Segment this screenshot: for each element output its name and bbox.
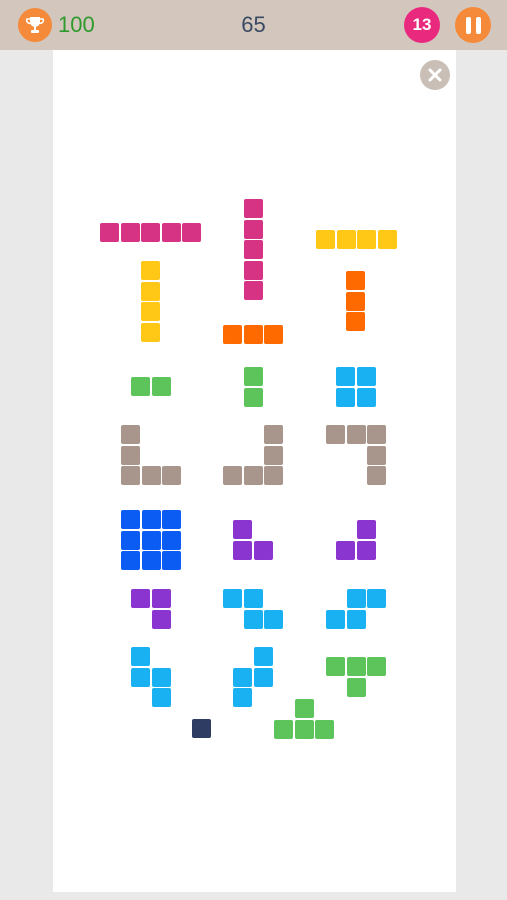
block-cell	[121, 510, 140, 529]
block-cell	[121, 530, 140, 550]
block-cell	[244, 281, 263, 300]
block-cell	[356, 520, 376, 539]
block-cell	[274, 719, 293, 739]
block-cell	[243, 466, 263, 485]
block-cell	[141, 261, 160, 280]
block-cell	[346, 291, 365, 311]
block-cell	[141, 281, 160, 301]
block-cell	[141, 466, 161, 485]
block-cell	[346, 425, 366, 444]
block-cell	[294, 699, 314, 718]
block-cell	[244, 387, 263, 407]
block-cell	[243, 325, 263, 344]
block-cell	[121, 466, 140, 485]
block-cell	[100, 223, 119, 242]
block-cell	[223, 589, 242, 608]
top-bar: 100 65 13	[0, 0, 507, 50]
block-cell	[316, 230, 335, 249]
pause-icon-bar	[475, 16, 481, 34]
block-cell	[264, 466, 283, 485]
block-cell	[141, 551, 161, 570]
block-cell	[131, 667, 150, 687]
block-cell	[336, 387, 355, 407]
block-cell	[151, 688, 171, 707]
block-cell	[233, 688, 252, 707]
block-cell	[121, 425, 140, 444]
block-cell	[357, 230, 376, 249]
block-cell	[253, 647, 273, 666]
block-cell	[233, 540, 252, 560]
close-button[interactable]	[420, 60, 450, 90]
block-cell	[151, 377, 171, 396]
block-cell	[233, 667, 252, 687]
block-cell	[326, 425, 345, 444]
close-icon	[428, 68, 442, 82]
block-cell	[336, 367, 355, 386]
block-cell	[346, 657, 366, 676]
block-cell	[223, 325, 242, 344]
block-cell	[244, 199, 263, 218]
block-cell	[121, 551, 140, 570]
block-cell	[244, 260, 263, 280]
block-cell	[326, 609, 345, 629]
block-cell	[264, 325, 283, 344]
block-cell	[162, 530, 181, 550]
block-cell	[243, 589, 263, 608]
block-cell	[131, 589, 150, 608]
block-cell	[346, 271, 365, 290]
block-cell	[356, 540, 376, 560]
block-cell	[264, 445, 283, 465]
block-cell	[315, 719, 334, 739]
block-cell	[131, 377, 150, 396]
block-cell	[367, 425, 386, 444]
block-cell	[131, 647, 150, 666]
block-cell	[326, 657, 345, 676]
block-cell	[141, 530, 161, 550]
block-cell	[141, 223, 160, 242]
block-cell	[162, 466, 181, 485]
block-cell	[336, 230, 356, 249]
block-cell	[367, 589, 386, 608]
pause-button[interactable]	[455, 7, 491, 43]
pieces-left-badge: 13	[404, 7, 440, 43]
block-cell	[223, 466, 242, 485]
block-cell	[151, 589, 171, 608]
block-cell	[253, 667, 273, 687]
block-cell	[367, 657, 386, 676]
block-cell	[264, 425, 283, 444]
block-cell	[151, 667, 171, 687]
block-cell	[244, 219, 263, 239]
block-cell	[367, 445, 386, 465]
block-cell	[244, 367, 263, 386]
block-cell	[162, 510, 181, 529]
block-cell	[244, 240, 263, 259]
block-cell	[346, 589, 366, 608]
block-cell	[356, 367, 376, 386]
pause-icon-bar	[465, 16, 471, 34]
block-cell	[367, 466, 386, 485]
block-cell	[151, 609, 171, 629]
block-cell	[192, 719, 211, 738]
block-cell	[377, 230, 397, 249]
trophy-icon[interactable]	[18, 8, 52, 42]
block-cell	[141, 302, 160, 321]
block-cell	[346, 609, 366, 629]
block-cell	[141, 510, 161, 529]
block-cell	[346, 677, 366, 697]
block-cell	[121, 445, 140, 465]
block-cell	[243, 609, 263, 629]
block-cell	[182, 223, 201, 242]
block-cell	[120, 223, 140, 242]
block-cell	[161, 223, 181, 242]
block-cell	[336, 540, 355, 560]
block-cell	[141, 322, 160, 342]
block-cell	[233, 520, 252, 539]
block-cell	[346, 312, 365, 331]
block-cell	[264, 609, 283, 629]
block-cell	[162, 551, 181, 570]
block-cell	[294, 719, 314, 739]
block-cell	[253, 540, 273, 560]
best-score: 100	[58, 12, 95, 37]
block-cell	[356, 387, 376, 407]
